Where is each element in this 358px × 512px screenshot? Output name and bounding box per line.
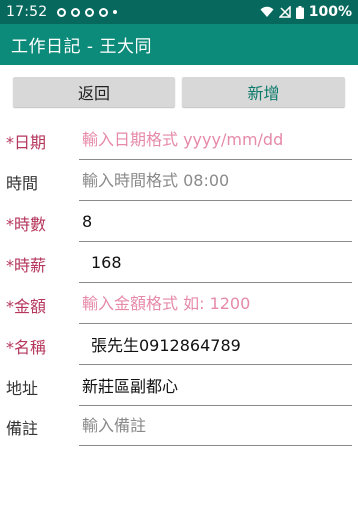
hours-label: *時數 bbox=[6, 215, 47, 234]
hours-row: *時數 bbox=[0, 205, 358, 245]
address-input[interactable] bbox=[82, 374, 348, 396]
time-input[interactable] bbox=[82, 169, 348, 191]
wage-label: *時薪 bbox=[6, 256, 47, 275]
back-button[interactable]: 返回 bbox=[13, 77, 175, 107]
date-field-wrapper bbox=[79, 123, 352, 160]
status-right: 100% bbox=[260, 0, 352, 24]
notification-icons bbox=[57, 7, 118, 17]
add-button[interactable]: 新增 bbox=[182, 77, 345, 107]
address-label: 地址 bbox=[6, 379, 39, 398]
hours-field-wrapper bbox=[79, 205, 352, 242]
address-field-wrapper bbox=[79, 369, 352, 406]
date-row: *日期 bbox=[0, 123, 358, 163]
circle-notification-icon bbox=[57, 7, 67, 17]
time-label: 時間 bbox=[6, 174, 39, 193]
note-label: 備註 bbox=[6, 419, 39, 438]
wage-row: *時薪 bbox=[0, 246, 358, 286]
time-row: 時間 bbox=[0, 164, 358, 204]
name-input[interactable] bbox=[91, 333, 357, 355]
circle-notification-icon bbox=[85, 7, 95, 17]
amount-label: *金額 bbox=[6, 297, 47, 316]
battery-percent: 100% bbox=[308, 4, 352, 20]
date-input[interactable] bbox=[82, 128, 348, 150]
wage-field-wrapper bbox=[79, 246, 357, 283]
amount-input[interactable] bbox=[82, 292, 348, 314]
note-row: 備註 bbox=[0, 409, 358, 449]
status-bar: 17:52 100% bbox=[0, 0, 358, 24]
circle-notification-icon bbox=[99, 7, 109, 17]
name-field-wrapper bbox=[79, 328, 357, 365]
date-label: *日期 bbox=[6, 133, 47, 152]
wifi-icon bbox=[260, 6, 274, 17]
name-label: *名稱 bbox=[6, 338, 47, 357]
address-row: 地址 bbox=[0, 369, 358, 409]
circle-notification-icon bbox=[71, 7, 81, 17]
amount-row: *金額 bbox=[0, 287, 358, 327]
signal-off-icon bbox=[278, 6, 291, 18]
time-field-wrapper bbox=[79, 164, 352, 201]
app-title: 工作日記 - 王大同 bbox=[11, 37, 152, 57]
wage-input[interactable] bbox=[91, 251, 357, 273]
note-input[interactable] bbox=[82, 414, 348, 436]
amount-field-wrapper bbox=[79, 287, 352, 324]
name-row: *名稱 bbox=[0, 328, 358, 368]
dot-icon bbox=[113, 10, 118, 14]
app-bar: 工作日記 - 王大同 bbox=[0, 24, 358, 65]
battery-icon bbox=[295, 5, 304, 19]
hours-input[interactable] bbox=[82, 210, 348, 232]
note-field-wrapper bbox=[79, 409, 352, 446]
status-time: 17:52 bbox=[6, 4, 48, 20]
